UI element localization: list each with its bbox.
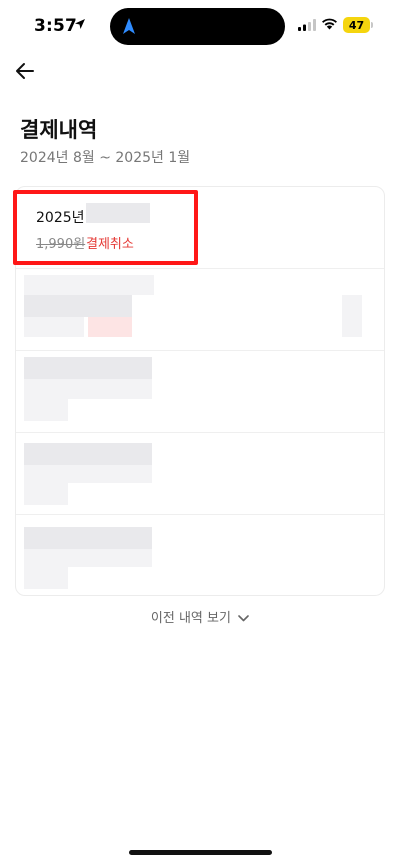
battery-nub bbox=[371, 22, 373, 28]
payment-row[interactable] bbox=[16, 351, 384, 433]
payment-list-card: 2025년 1,990원 결제취소 bbox=[15, 186, 385, 596]
view-previous-history-button[interactable]: 이전 내역 보기 bbox=[0, 607, 400, 626]
page-title: 결제내역 bbox=[20, 118, 98, 142]
redacted-block bbox=[86, 203, 150, 223]
battery-indicator: 47 bbox=[343, 17, 370, 33]
redacted-block bbox=[24, 567, 68, 589]
redacted-block bbox=[24, 379, 152, 399]
payment-row[interactable] bbox=[16, 515, 384, 595]
location-arrow-icon bbox=[75, 19, 85, 29]
chevron-down-icon bbox=[238, 615, 249, 622]
cellular-signal-icon bbox=[298, 19, 316, 31]
redacted-block bbox=[24, 443, 152, 465]
status-bar: 3:57 47 bbox=[0, 0, 400, 54]
back-button[interactable] bbox=[12, 58, 38, 84]
status-time: 3:57 bbox=[34, 16, 78, 36]
redacted-block bbox=[24, 357, 152, 379]
home-indicator bbox=[129, 850, 272, 855]
payment-price: 1,990원 bbox=[36, 237, 86, 252]
redacted-block bbox=[24, 483, 68, 505]
arrow-left-icon bbox=[16, 63, 34, 79]
redacted-block bbox=[24, 295, 132, 317]
payment-row[interactable] bbox=[16, 433, 384, 515]
dynamic-island bbox=[110, 8, 285, 45]
redacted-block bbox=[24, 465, 152, 483]
payment-row[interactable]: 2025년 1,990원 결제취소 bbox=[16, 187, 384, 269]
navigation-arrow-icon bbox=[123, 18, 135, 34]
period-range: 2024년 8월 ~ 2025년 1월 bbox=[20, 150, 191, 166]
battery-level: 47 bbox=[348, 18, 365, 32]
redacted-block bbox=[24, 527, 152, 549]
wifi-icon bbox=[322, 18, 337, 30]
redacted-block bbox=[88, 317, 132, 337]
more-label: 이전 내역 보기 bbox=[150, 611, 231, 626]
payment-status: 결제취소 bbox=[86, 237, 134, 252]
redacted-block bbox=[24, 317, 84, 337]
redacted-block bbox=[24, 275, 154, 295]
redacted-block bbox=[24, 399, 68, 421]
payment-row[interactable] bbox=[16, 269, 384, 351]
payment-year: 2025년 bbox=[36, 210, 85, 226]
redacted-block bbox=[342, 295, 362, 337]
redacted-block bbox=[24, 549, 152, 567]
